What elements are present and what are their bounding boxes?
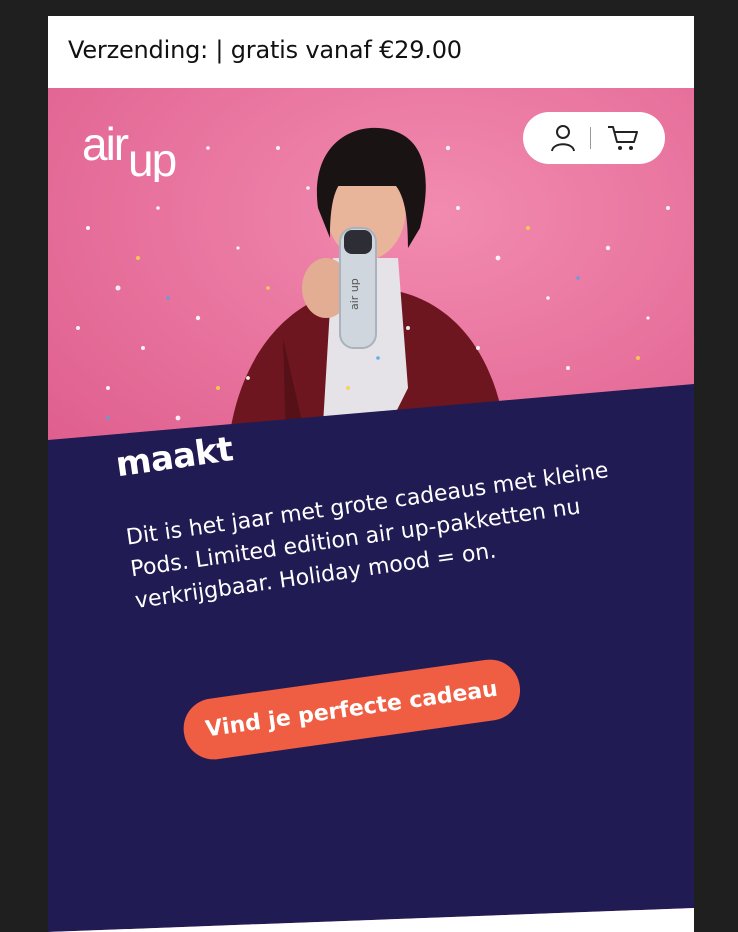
svg-text:air: air <box>82 118 129 170</box>
airup-logo: air up <box>82 118 178 182</box>
shipping-bar: Verzending: | gratis vanaf €29.00 <box>48 16 694 88</box>
svg-text:up: up <box>128 134 176 182</box>
hero-banner: air up air up maakt Dit is het jaar met … <box>48 88 694 932</box>
header-actions <box>523 112 665 164</box>
shipping-text: Verzending: | gratis vanaf €29.00 <box>68 36 462 64</box>
user-icon[interactable] <box>549 124 577 152</box>
email-frame: Verzending: | gratis vanaf €29.00 air up… <box>48 16 694 932</box>
header-divider <box>590 127 591 149</box>
cart-icon[interactable] <box>607 124 639 152</box>
